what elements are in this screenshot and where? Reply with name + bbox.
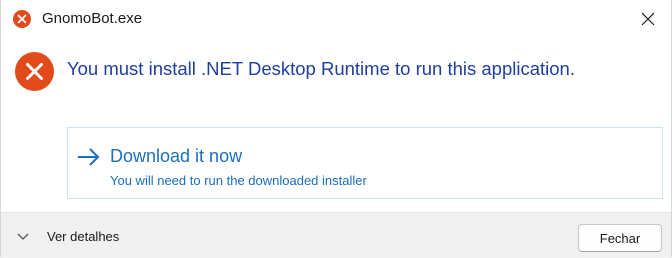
arrow-right-icon — [78, 148, 100, 166]
title-bar[interactable]: GnomoBot.exe — [1, 0, 671, 38]
main-message: You must install .NET Desktop Runtime to… — [67, 58, 575, 79]
details-toggle[interactable]: Ver detalhes — [15, 225, 119, 247]
download-command-link[interactable]: Download it now You will need to run the… — [67, 127, 663, 199]
dialog-footer: Ver detalhes Fechar — [1, 212, 671, 258]
window-title: GnomoBot.exe — [42, 10, 143, 27]
error-icon — [13, 10, 31, 28]
close-icon — [641, 12, 655, 26]
command-link-subtitle: You will need to run the downloaded inst… — [110, 173, 367, 188]
fechar-button[interactable]: Fechar — [578, 224, 662, 252]
details-label: Ver detalhes — [47, 228, 120, 244]
command-link-title: Download it now — [110, 146, 243, 166]
window-close-button[interactable] — [625, 0, 671, 38]
dialog-window: GnomoBot.exe You must install .NET Deskt… — [0, 0, 672, 258]
error-icon — [15, 52, 54, 91]
chevron-down-icon — [17, 233, 29, 240]
